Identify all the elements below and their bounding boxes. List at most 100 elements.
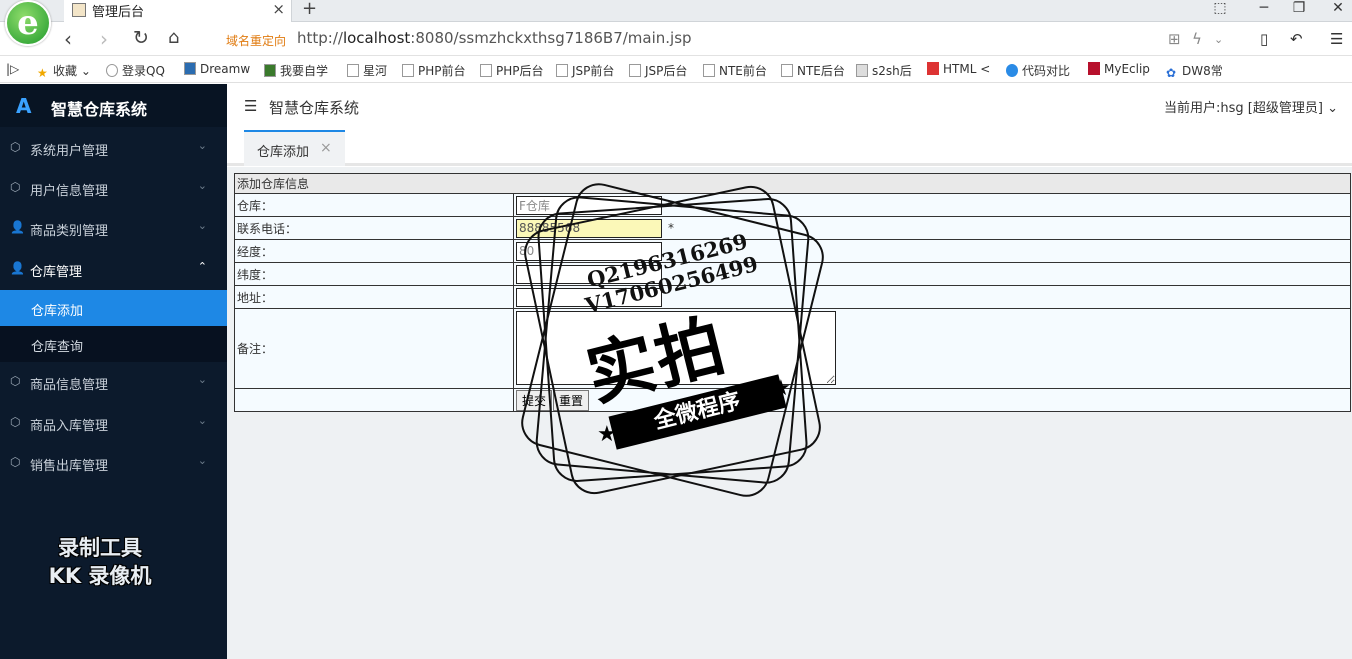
bookmark-label: PHP后台 (496, 64, 544, 78)
sidebar: A 智慧仓库系统 ⬡ 系统用户管理 ⌄ ⬡ 用户信息管理 ⌄ 👤 商品类别管理 … (0, 84, 227, 659)
user-icon: 👤 (10, 261, 25, 275)
close-window-icon[interactable]: ✕ (1328, 0, 1348, 16)
sidebar-subitem-warehouse-add[interactable]: 仓库添加 (0, 290, 227, 326)
sidebar-item-stock-in[interactable]: ⬡ 商品入库管理 ⌄ (0, 403, 227, 443)
myeclipse-icon (1088, 62, 1100, 75)
app-logo-icon: A (16, 94, 32, 118)
menu-label: 系统用户管理 (30, 144, 109, 159)
compare-icon (1006, 64, 1018, 77)
bookmark-label: MyEclip (1104, 62, 1150, 76)
latitude-input[interactable] (516, 264, 662, 284)
bookmark-item[interactable]: 登录QQ (106, 62, 165, 79)
longitude-input[interactable] (516, 241, 662, 261)
browser-tab-title: 管理后台 (92, 5, 145, 20)
address-bar: ‹ › ↻ ⌂ 域名重定向 http://localhost:8080/ssmz… (0, 22, 1352, 56)
sidebar-item-products[interactable]: ⬡ 商品信息管理 ⌄ (0, 362, 227, 402)
bookmark-item[interactable]: ★ 收藏 ⌄ (37, 62, 91, 80)
cube-icon: ⬡ (10, 415, 21, 429)
field-label: 地址： (234, 285, 514, 309)
sidebar-item-warehouse[interactable]: 👤 仓库管理 ⌃ (0, 249, 227, 289)
bookmark-item[interactable]: JSP后台 (629, 62, 687, 79)
collapse-menu-icon[interactable]: ☰ (244, 97, 257, 115)
bookmark-item[interactable]: HTML < (927, 62, 990, 76)
bookmark-item[interactable]: 我要自学 (264, 62, 328, 79)
undo-icon[interactable]: ↶ (1290, 30, 1303, 48)
form-caption: 添加仓库信息 (234, 173, 1351, 194)
url-host: localhost (342, 29, 411, 47)
button-row-spacer (234, 388, 514, 412)
bookmark-icon[interactable]: ▯ (1260, 30, 1268, 48)
field-label: 仓库： (234, 193, 514, 217)
cube-icon: ⬡ (10, 455, 21, 469)
bookmark-item[interactable]: 代码对比 (1006, 62, 1070, 79)
bookmark-item[interactable]: NTE前台 (703, 62, 767, 79)
close-icon[interactable]: × (320, 140, 332, 156)
field-label: 联系电话： (234, 216, 514, 240)
user-icon: 👤 (10, 220, 25, 234)
bookmark-item[interactable]: PHP后台 (480, 62, 544, 79)
sidebar-toggle-icon[interactable]: |▷ (6, 62, 19, 76)
bookmark-item[interactable]: 星河 (347, 62, 387, 79)
bookmark-label: NTE前台 (719, 64, 767, 78)
browser-tab[interactable]: 管理后台 × (64, 0, 292, 22)
bookmark-item[interactable]: JSP前台 (556, 62, 614, 79)
bookmark-item[interactable]: s2sh后 (856, 62, 912, 79)
minimize-icon[interactable]: ─ (1254, 0, 1274, 16)
current-user-menu[interactable]: 当前用户:hsg [超级管理员] ⌄ (1164, 97, 1338, 116)
cube-icon: ⬡ (10, 180, 21, 194)
required-mark: * (668, 198, 674, 213)
url-input[interactable]: http://localhost:8080/ssmzhckxthsg7186B7… (297, 29, 692, 47)
back-icon[interactable]: ‹ (64, 27, 72, 51)
menu-icon[interactable]: ☰ (1330, 30, 1343, 48)
remark-textarea[interactable] (516, 311, 836, 385)
sidebar-item-sales-out[interactable]: ⬡ 销售出库管理 ⌄ (0, 443, 227, 483)
chevron-down-icon: ⌄ (197, 219, 207, 232)
html-icon (927, 62, 939, 75)
submenu-label: 仓库查询 (31, 340, 84, 355)
phone-input[interactable] (516, 218, 662, 238)
bookmark-item[interactable]: Dreamw (184, 62, 250, 76)
field-label: 纬度： (234, 262, 514, 286)
new-tab-button[interactable]: + (302, 0, 317, 19)
page-icon (703, 64, 715, 77)
paw-icon: ✿ (1166, 66, 1178, 80)
address-input[interactable] (516, 287, 662, 307)
bookmark-item[interactable]: PHP前台 (402, 62, 466, 79)
sidebar-item-system-users[interactable]: ⬡ 系统用户管理 ⌄ (0, 128, 227, 168)
lightning-icon[interactable]: ϟ (1192, 30, 1202, 48)
refresh-icon[interactable]: ↻ (133, 27, 149, 49)
home-icon[interactable]: ⌂ (168, 27, 179, 48)
reset-button[interactable]: 重置 (553, 389, 590, 411)
submit-button[interactable]: 提交 (516, 389, 553, 411)
image-icon (856, 64, 868, 77)
page-icon (781, 64, 793, 77)
bookmark-label: 收藏 (53, 64, 78, 78)
restore-icon[interactable]: ❐ (1289, 0, 1309, 16)
sidebar-item-user-info[interactable]: ⬡ 用户信息管理 ⌄ (0, 168, 227, 208)
pin-icon[interactable]: ⬚ (1210, 0, 1230, 16)
menu-label: 销售出库管理 (30, 459, 109, 474)
bookmark-label: Dreamw (200, 62, 251, 76)
warehouse-name-input[interactable] (516, 195, 662, 215)
cube-icon: ⬡ (10, 140, 21, 154)
chevron-down-icon: ⌄ (197, 373, 207, 386)
bookmark-label: NTE后台 (797, 64, 845, 78)
bookmark-label: 我要自学 (280, 64, 329, 78)
bookmark-item[interactable]: MyEclip (1088, 62, 1150, 76)
close-tab-icon[interactable]: × (272, 0, 285, 18)
forward-icon[interactable]: › (100, 27, 108, 51)
current-user-label: 当前用户:hsg [超级管理员] (1164, 101, 1323, 116)
tab-warehouse-add[interactable]: 仓库添加 × (244, 130, 345, 166)
sidebar-item-categories[interactable]: 👤 商品类别管理 ⌄ (0, 208, 227, 248)
sidebar-subitem-warehouse-query[interactable]: 仓库查询 (0, 326, 227, 362)
grid-icon[interactable]: ⊞ (1168, 30, 1181, 48)
app-topbar: ☰ 智慧仓库系统 当前用户:hsg [超级管理员] ⌄ (227, 84, 1352, 128)
qq-icon (106, 64, 118, 77)
field-label: 经度： (234, 239, 514, 263)
chevron-down-icon[interactable]: ⌄ (1214, 33, 1223, 46)
bookmark-item[interactable]: NTE后台 (781, 62, 845, 79)
redirect-label[interactable]: 域名重定向 (226, 32, 286, 49)
browser-tab-bar: 管理后台 × + ⬚ ─ ❐ ✕ (0, 0, 1352, 22)
browser-logo-icon: e (5, 0, 51, 46)
bookmark-item[interactable]: ✿ DW8常 (1166, 62, 1223, 80)
